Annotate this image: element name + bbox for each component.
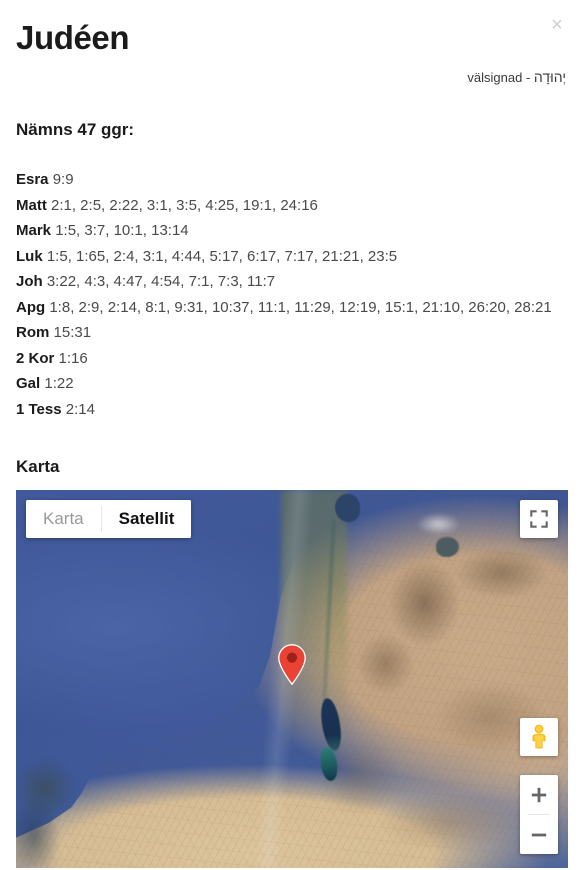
page-title: Judéen xyxy=(16,19,130,56)
list-item: Esra 9:9 xyxy=(16,167,566,193)
reference-verses: 2:1, 2:5, 2:22, 3:1, 3:5, 4:25, 19:1, 24… xyxy=(51,196,318,214)
reference-book: Mark xyxy=(16,222,52,239)
reference-list: Esra 9:9 Matt 2:1, 2:5, 2:22, 3:1, 3:5, … xyxy=(16,141,566,422)
reference-verses: 9:9 xyxy=(52,171,74,188)
map-type-satellit-button[interactable]: Satellit xyxy=(101,500,192,538)
map-type-control[interactable]: Karta Satellit xyxy=(26,500,192,538)
name-separator: - xyxy=(522,70,534,85)
map-heading: Karta xyxy=(16,457,60,476)
reference-verses: 2:14 xyxy=(65,400,95,418)
reference-book: Esra xyxy=(16,171,49,188)
minus-icon xyxy=(531,833,547,836)
satellite-imagery xyxy=(16,490,568,868)
name-origin: יְהוּדָה - välsignad xyxy=(16,68,566,87)
nile-delta xyxy=(16,754,88,868)
close-icon[interactable]: × xyxy=(544,12,570,38)
reference-verses: 1:5, 1:65, 2:4, 3:1, 4:44, 5:17, 6:17, 7… xyxy=(46,247,398,265)
plus-icon xyxy=(531,787,547,802)
zoom-out-button[interactable] xyxy=(520,815,558,854)
mentions-heading: Nämns 47 ggr: xyxy=(16,120,135,139)
reference-book: 1 Tess xyxy=(16,400,62,418)
map-canvas[interactable]: Karta Satellit xyxy=(16,490,568,868)
list-item: Gal 1:22 xyxy=(16,371,566,397)
cloud xyxy=(407,505,469,543)
reference-book: Apg xyxy=(16,298,46,316)
sea-of-galilee xyxy=(335,493,361,523)
reference-verses: 3:22, 4:3, 4:47, 4:54, 7:1, 7:3, 11:7 xyxy=(46,273,276,290)
reference-verses: 15:31 xyxy=(53,324,92,341)
reference-book: Luk xyxy=(16,247,43,265)
hebrew-name: יְהוּדָה xyxy=(533,69,566,85)
reference-book: Joh xyxy=(16,273,43,290)
fullscreen-icon xyxy=(530,510,548,528)
list-item: Joh 3:22, 4:3, 4:47, 4:54, 7:1, 7:3, 11:… xyxy=(16,269,566,295)
reference-book: Matt xyxy=(16,196,47,214)
list-item: 2 Kor 1:16 xyxy=(16,346,566,372)
fullscreen-button[interactable] xyxy=(520,500,558,538)
reference-verses: 1:5, 3:7, 10:1, 13:14 xyxy=(55,222,189,239)
pegman-button[interactable] xyxy=(520,718,558,756)
map-type-karta-button[interactable]: Karta xyxy=(26,500,101,538)
list-item: Mark 1:5, 3:7, 10:1, 13:14 xyxy=(16,218,566,244)
list-item: 1 Tess 2:14 xyxy=(16,397,566,423)
reference-verses: 1:16 xyxy=(58,349,88,367)
place-detail-modal: × Judéen יְהוּדָה - välsignad Nämns 47 g… xyxy=(0,0,582,870)
zoom-control[interactable] xyxy=(520,775,558,854)
list-item: Apg 1:8, 2:9, 2:14, 8:1, 9:31, 10:37, 11… xyxy=(16,295,566,321)
coastline xyxy=(16,490,568,868)
list-item: Rom 15:31 xyxy=(16,320,566,346)
name-meaning: välsignad xyxy=(467,70,523,85)
reference-book: Gal xyxy=(16,375,41,392)
list-item: Luk 1:5, 1:65, 2:4, 3:1, 4:44, 5:17, 6:1… xyxy=(16,244,566,270)
zoom-in-button[interactable] xyxy=(520,775,558,814)
reference-book: Rom xyxy=(16,324,50,341)
reference-book: 2 Kor xyxy=(16,349,55,367)
pegman-icon xyxy=(532,724,546,749)
reference-verses: 1:22 xyxy=(44,375,74,392)
list-item: Matt 2:1, 2:5, 2:22, 3:1, 3:5, 4:25, 19:… xyxy=(16,193,566,219)
reference-verses: 1:8, 2:9, 2:14, 8:1, 9:31, 10:37, 11:1, … xyxy=(49,298,552,316)
